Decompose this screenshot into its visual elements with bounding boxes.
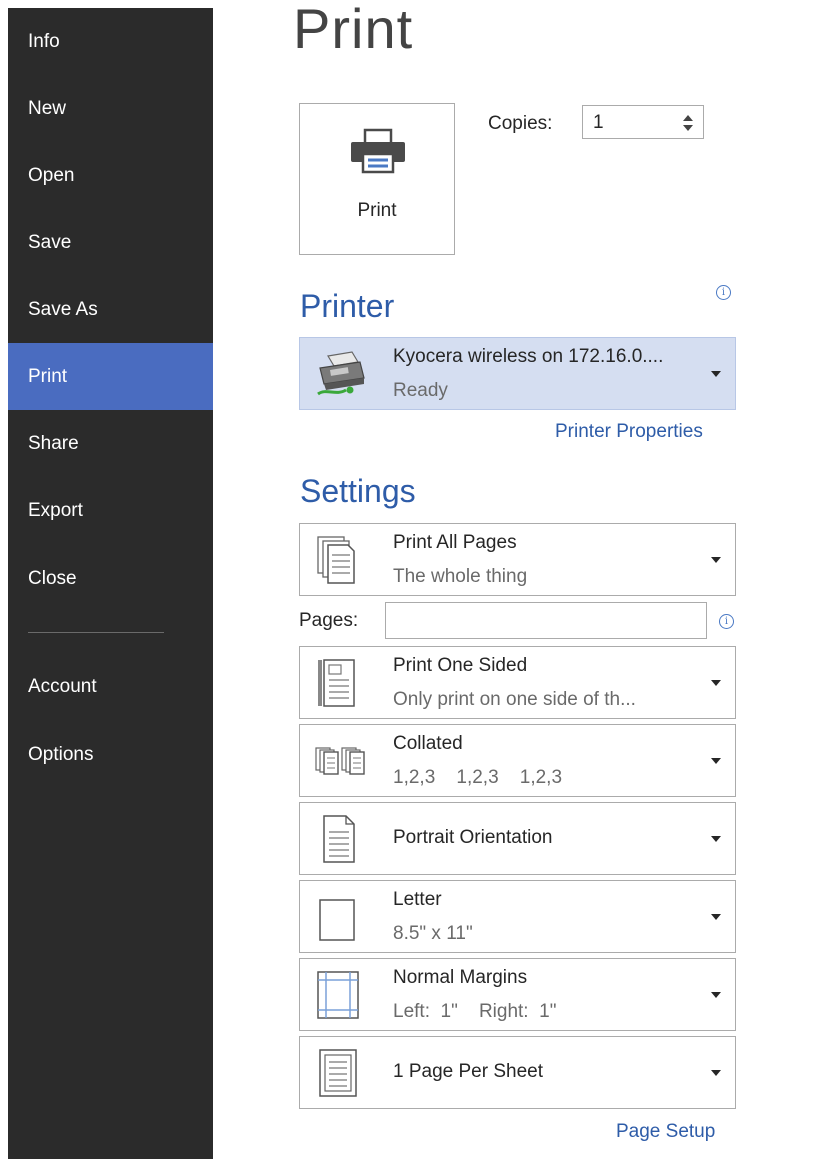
nav-info[interactable]: Info <box>8 8 213 75</box>
printer-status: Ready <box>393 380 448 401</box>
nav-divider <box>28 632 164 633</box>
info-icon[interactable]: i <box>716 285 731 300</box>
sides-sub: Only print on one side of th... <box>393 689 636 710</box>
collated-icon <box>315 747 365 775</box>
nav-export[interactable]: Export <box>8 477 213 544</box>
nav-open[interactable]: Open <box>8 142 213 209</box>
spin-down-icon[interactable] <box>681 123 695 135</box>
info-icon[interactable]: i <box>719 614 734 629</box>
nav-share[interactable]: Share <box>8 410 213 477</box>
chevron-down-icon <box>711 371 721 377</box>
chevron-down-icon <box>711 758 721 764</box>
margins-dropdown[interactable]: Normal Margins Left: 1" Right: 1" <box>299 958 736 1031</box>
collation-sub: 1,2,3 1,2,3 1,2,3 <box>393 767 563 788</box>
print-button[interactable]: Print <box>299 103 455 255</box>
chevron-down-icon <box>711 992 721 998</box>
portrait-icon <box>323 815 355 863</box>
chevron-down-icon <box>711 680 721 686</box>
pages-label: Pages: <box>299 610 359 631</box>
printer-heading: Printer <box>300 288 395 324</box>
spin-up-icon[interactable] <box>681 111 695 123</box>
backstage-sidebar: Info New Open Save Save As Print Share E… <box>8 8 213 1159</box>
nav-save[interactable]: Save <box>8 209 213 276</box>
pages-stack-icon <box>317 536 355 584</box>
printer-name: Kyocera wireless on 172.16.0.... <box>393 346 664 367</box>
sides-dropdown[interactable]: Print One Sided Only print on one side o… <box>299 646 736 719</box>
copies-value: 1 <box>593 112 604 133</box>
chevron-down-icon <box>711 1070 721 1076</box>
paper-size-icon <box>319 899 355 941</box>
margins-sub: Left: 1" Right: 1" <box>393 1001 557 1022</box>
copies-input[interactable]: 1 <box>582 105 704 139</box>
sides-main: Print One Sided <box>393 655 528 676</box>
collation-main: Collated <box>393 733 463 754</box>
printer-icon <box>351 128 405 174</box>
printer-dropdown[interactable]: Kyocera wireless on 172.16.0.... Ready <box>299 337 736 410</box>
nav-save-as[interactable]: Save As <box>8 276 213 343</box>
paper-size-main: Letter <box>393 889 442 910</box>
print-range-sub: The whole thing <box>393 566 528 587</box>
chevron-down-icon <box>711 836 721 842</box>
chevron-down-icon <box>711 914 721 920</box>
pages-input[interactable] <box>385 602 707 639</box>
orientation-dropdown[interactable]: Portrait Orientation <box>299 802 736 875</box>
settings-heading: Settings <box>300 473 416 509</box>
paper-size-dropdown[interactable]: Letter 8.5" x 11" <box>299 880 736 953</box>
collation-dropdown[interactable]: Collated 1,2,3 1,2,3 1,2,3 <box>299 724 736 797</box>
print-range-main: Print All Pages <box>393 532 517 553</box>
printer-properties-link[interactable]: Printer Properties <box>555 421 703 443</box>
margins-main: Normal Margins <box>393 967 528 988</box>
pages-per-sheet-icon <box>319 1049 357 1097</box>
margins-icon <box>317 971 359 1019</box>
pages-per-sheet-main: 1 Page Per Sheet <box>393 1061 543 1082</box>
chevron-down-icon <box>711 557 721 563</box>
network-printer-icon <box>317 351 365 396</box>
pages-per-sheet-dropdown[interactable]: 1 Page Per Sheet <box>299 1036 736 1109</box>
page-setup-link[interactable]: Page Setup <box>616 1121 715 1143</box>
orientation-main: Portrait Orientation <box>393 827 553 848</box>
page-title: Print <box>293 0 414 60</box>
nav-print[interactable]: Print <box>8 343 213 410</box>
nav-options[interactable]: Options <box>8 721 213 788</box>
one-sided-icon <box>318 659 355 707</box>
nav-account[interactable]: Account <box>8 653 213 720</box>
nav-close[interactable]: Close <box>8 545 213 612</box>
print-range-dropdown[interactable]: Print All Pages The whole thing <box>299 523 736 596</box>
nav-new[interactable]: New <box>8 75 213 142</box>
paper-size-sub: 8.5" x 11" <box>393 923 473 944</box>
print-button-label: Print <box>357 200 397 221</box>
copies-label: Copies: <box>488 113 553 134</box>
